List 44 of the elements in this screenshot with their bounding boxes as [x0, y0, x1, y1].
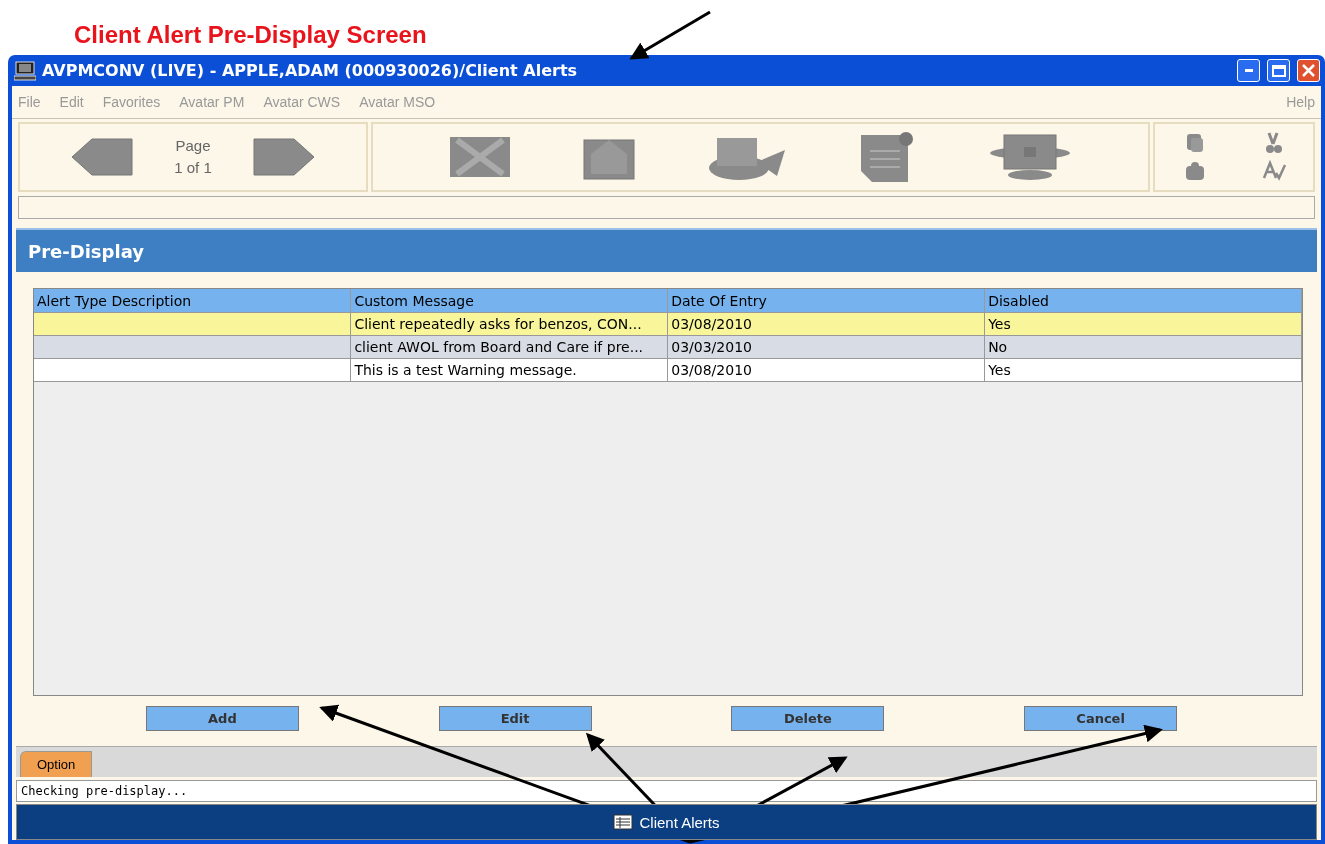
minimize-button[interactable] [1237, 59, 1260, 82]
table-cell: This is a test Warning message. [350, 358, 668, 382]
page-label: Page [174, 136, 212, 156]
x-mark-icon[interactable] [449, 136, 512, 178]
action-button[interactable]: Delete [731, 706, 885, 731]
computer-icon [14, 60, 36, 81]
table-cell: 03/08/2010 [667, 312, 985, 336]
page-heading: Client Alert Pre-Display Screen [74, 20, 427, 50]
close-button[interactable] [1297, 59, 1320, 82]
left-arrow-icon[interactable] [70, 135, 135, 179]
column-header[interactable]: Date Of Entry [667, 289, 985, 313]
tab[interactable]: Option [20, 751, 93, 777]
table-cell: Client repeatedly asks for benzos, CON... [350, 312, 668, 336]
table-cell: 03/03/2010 [667, 335, 985, 359]
column-header[interactable]: Disabled [984, 289, 1302, 313]
spellcheck-icon[interactable] [1261, 160, 1286, 182]
list-icon [613, 814, 634, 830]
action-button[interactable]: Edit [438, 706, 592, 731]
table-cell: Yes [984, 358, 1302, 382]
right-arrow-icon[interactable] [251, 135, 316, 179]
column-header[interactable]: Custom Message [350, 289, 668, 313]
table-row[interactable]: This is a test Warning message. 03/08/2010 Yes [34, 358, 1302, 382]
locked-monitor-icon[interactable] [987, 133, 1072, 181]
action-button[interactable]: Cancel [1024, 706, 1178, 731]
table-cell: No [984, 335, 1302, 359]
action-button[interactable]: Add [145, 706, 299, 731]
close-icon [1302, 64, 1315, 77]
taskbar-item[interactable]: Client Alerts [613, 813, 720, 831]
maximize-button[interactable] [1267, 59, 1290, 82]
status-bar: Checking pre-display... [16, 780, 1317, 802]
table-row[interactable]: Client repeatedly asks for benzos, CON... 03/08/2010 Yes [34, 312, 1302, 336]
document-icon[interactable] [859, 131, 916, 183]
table-cell: Yes [984, 312, 1302, 336]
taskbar-label: Client Alerts [639, 813, 720, 831]
paste-icon[interactable] [1183, 160, 1206, 182]
page-count: 1 of 1 [174, 158, 212, 178]
minimize-icon [1244, 69, 1253, 72]
column-header[interactable]: Alert Type Description [34, 289, 351, 313]
table-cell: 03/08/2010 [667, 358, 985, 382]
section-title: Pre-Display [16, 228, 1317, 272]
table-cell: client AWOL from Board and Care if pre... [350, 335, 668, 359]
table-row[interactable]: client AWOL from Board and Care if pre... 03/03/2010 No [34, 335, 1302, 359]
window-title: AVPMCONV (LIVE) - APPLE,ADAM (000930026)/Client Alerts [42, 61, 579, 80]
maximize-icon [1271, 64, 1286, 77]
